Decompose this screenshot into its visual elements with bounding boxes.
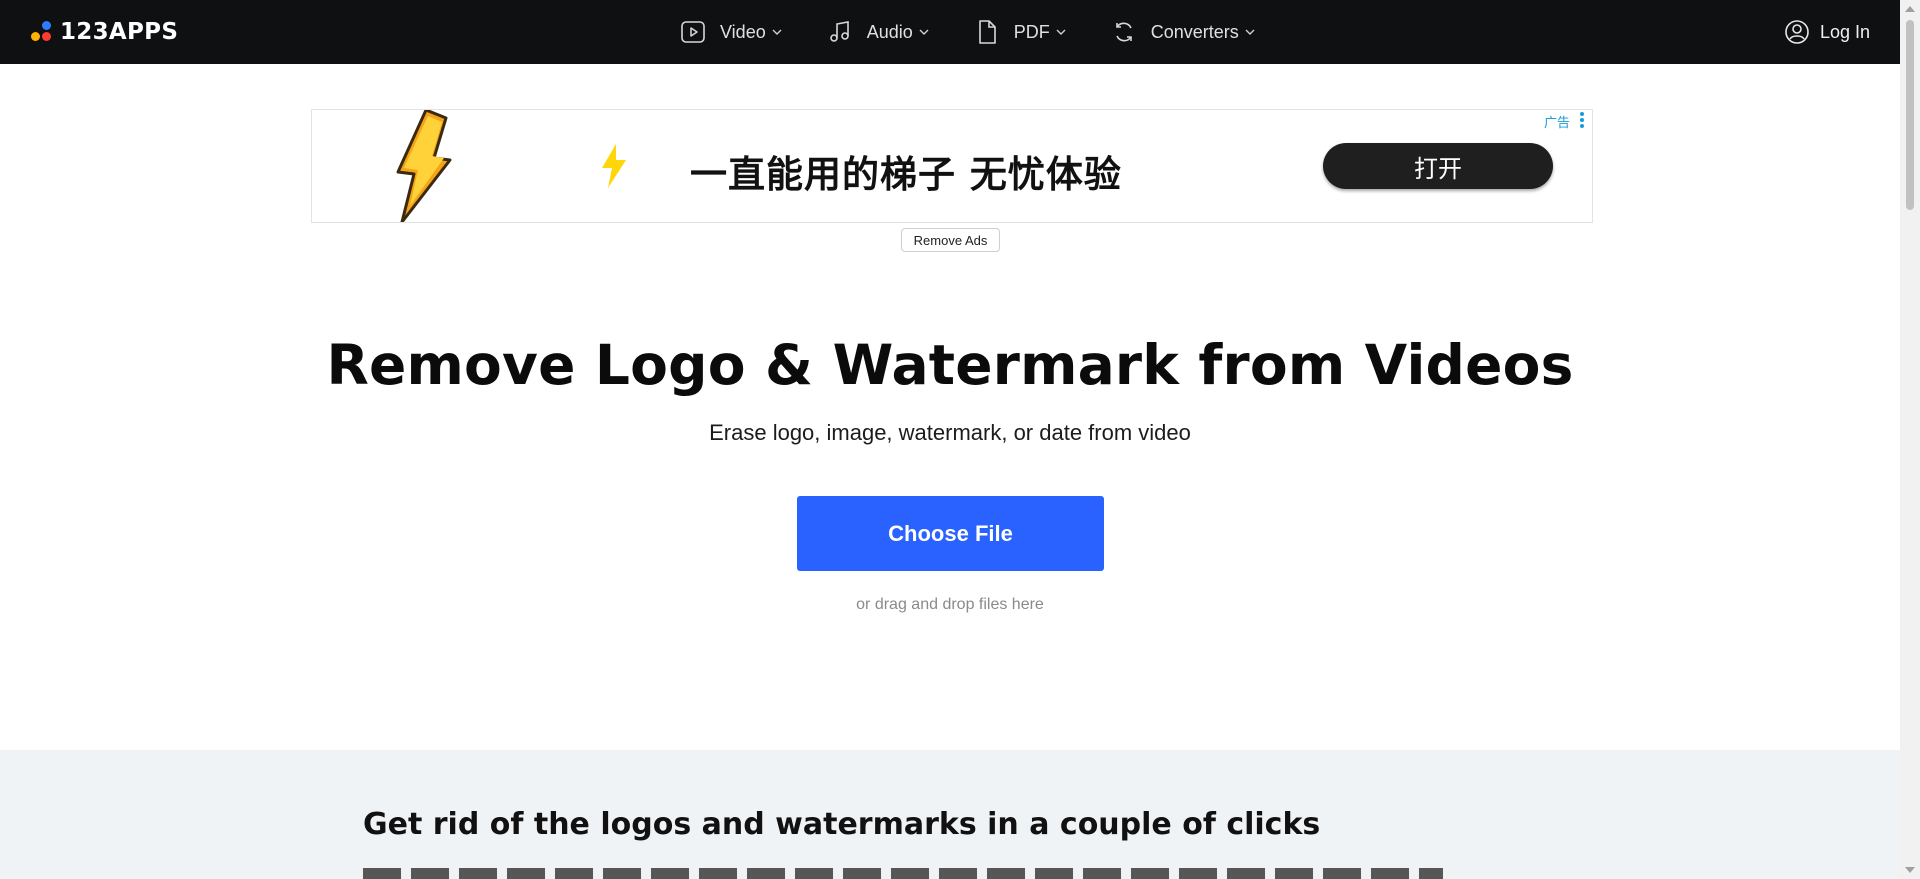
main-menu: Video Audio PDF Converters [680,0,1300,64]
remove-ads-button[interactable]: Remove Ads [901,228,1000,252]
nav-item-pdf-label: PDF [1013,21,1050,42]
drag-drop-hint: or drag and drop files here [856,596,1044,613]
logo-dots-icon [30,20,54,44]
ad-open-button[interactable]: 打开 [1323,143,1553,189]
lightning-small-icon [602,144,626,188]
ad-options-icon[interactable] [1580,112,1584,128]
login-button[interactable]: Log In [1784,0,1870,64]
video-icon [680,19,706,45]
nav-item-converters-label: Converters [1150,21,1239,42]
login-label: Log In [1819,21,1870,42]
top-navigation-bar: 123APPS Video Audio PDF Converters Log I… [0,0,1900,64]
choose-file-button[interactable]: Choose File [797,496,1104,571]
scroll-up-arrow-icon[interactable] [1905,6,1915,12]
ad-banner[interactable]: 一直能用的梯子 无忧体验 打开 广告 [311,109,1593,223]
convert-icon [1111,19,1137,45]
chevron-down-icon [771,26,783,38]
chevron-down-icon [1244,26,1256,38]
app-logo[interactable]: 123APPS [30,18,178,46]
ad-headline: 一直能用的梯子 无忧体验 [690,153,1122,196]
brand-name: 123APPS [60,19,179,45]
scroll-down-arrow-icon[interactable] [1905,867,1915,873]
lightning-bolt-icon [396,110,452,222]
user-icon [1784,19,1810,45]
features-section: Get rid of the logos and watermarks in a… [0,750,1900,879]
music-note-icon [827,19,853,45]
chevron-down-icon [918,26,930,38]
page-scrollbar[interactable] [1900,0,1920,879]
ad-label[interactable]: 广告 [1544,112,1570,131]
scroll-thumb[interactable] [1906,20,1914,210]
nav-item-video-label: Video [720,21,766,42]
section-title: Get rid of the logos and watermarks in a… [363,807,1321,842]
nav-item-converters[interactable]: Converters [1111,19,1256,45]
nav-item-pdf[interactable]: PDF [974,19,1067,45]
nav-item-video[interactable]: Video [680,19,783,45]
page-title: Remove Logo & Watermark from Videos [326,333,1574,397]
page-subtitle: Erase logo, image, watermark, or date fr… [709,420,1191,445]
document-icon [974,19,1000,45]
chevron-down-icon [1055,26,1067,38]
section-text-cutoff [363,868,1443,879]
nav-item-audio-label: Audio [866,21,913,42]
nav-item-audio[interactable]: Audio [827,19,930,45]
